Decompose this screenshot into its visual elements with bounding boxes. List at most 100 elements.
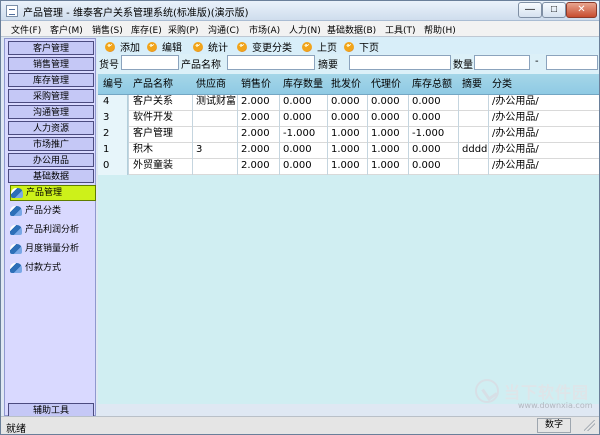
product-table: 编号 产品名称 供应商 销售价 库存数量 批发价 代理价 库存总额 摘要 分类 … — [98, 74, 599, 404]
filter-bar: 货号 产品名称 摘要 数量 - — [97, 54, 599, 74]
cell-supplier: 3 — [196, 144, 203, 155]
header-sale-price: 销售价 — [241, 79, 271, 90]
table-row[interactable]: 0 外贸童装 2.000 0.000 1.000 1.000 0.000 /办公… — [98, 159, 599, 175]
cell-stock-quantity: 0.000 — [283, 160, 312, 171]
header-supplier: 供应商 — [196, 79, 226, 90]
subnav-monthly-sales-analysis[interactable]: 月度销量分析 — [10, 241, 96, 257]
title-bar[interactable]: 产品管理 - 维泰客户关系管理系统(标准版)(演示版) — □ ✕ — [1, 1, 599, 21]
nav-purchase-management[interactable]: 采购管理 — [8, 89, 94, 103]
menu-inventory[interactable]: 库存(E) — [131, 23, 162, 36]
cell-stock-quantity: 0.000 — [283, 96, 312, 107]
cell-product-name: 外贸童装 — [133, 160, 173, 171]
cell-wholesale-price: 0.000 — [331, 112, 360, 123]
menu-help[interactable]: 帮助(H) — [424, 23, 456, 36]
quantity-from-input[interactable] — [474, 55, 530, 70]
cell-agent-price: 0.000 — [371, 96, 400, 107]
column-divider — [408, 95, 409, 175]
subnav-payment-method[interactable]: 付款方式 — [10, 260, 96, 276]
product-name-label: 产品名称 — [181, 60, 221, 71]
cell-supplier — [196, 159, 240, 174]
header-product-name: 产品名称 — [133, 79, 173, 90]
subnav-product-category[interactable]: 产品分类 — [10, 203, 96, 219]
product-name-input[interactable] — [227, 55, 315, 70]
resize-grip-icon[interactable] — [584, 420, 595, 431]
cell-category: /办公用品/ — [492, 96, 539, 107]
close-button[interactable]: ✕ — [566, 2, 597, 18]
header-category: 分类 — [492, 79, 512, 90]
cell-sale-price: 2.000 — [241, 112, 270, 123]
column-divider — [279, 95, 280, 175]
column-divider — [128, 95, 129, 175]
goods-no-label: 货号 — [99, 60, 119, 71]
nav-basic-data[interactable]: 基础数据 — [8, 169, 94, 183]
nav-communication-management[interactable]: 沟通管理 — [8, 105, 94, 119]
nav-human-resources[interactable]: 人力资源 — [8, 121, 94, 135]
statistics-button[interactable]: 统计 — [193, 39, 228, 54]
edit-button[interactable]: 编辑 — [147, 39, 182, 54]
num-lock-status: 数字 — [537, 418, 571, 433]
cell-stock-quantity: 0.000 — [283, 144, 312, 155]
nav-auxiliary-tools[interactable]: 辅助工具 — [8, 403, 94, 417]
add-button[interactable]: 添加 — [105, 39, 140, 54]
maximize-button[interactable]: □ — [542, 2, 566, 18]
cell-summary — [462, 111, 490, 126]
cell-agent-price: 0.000 — [371, 112, 400, 123]
next-page-button[interactable]: 下页 — [344, 39, 379, 54]
table-row[interactable]: 2 客户管理 2.000 -1.000 1.000 1.000 -1.000 /… — [98, 127, 599, 143]
edit-icon — [147, 39, 157, 52]
summary-input[interactable] — [349, 55, 451, 70]
table-row[interactable]: 3 软件开发 2.000 0.000 0.000 0.000 0.000 /办公… — [98, 111, 599, 127]
nav-market-promotion[interactable]: 市场推广 — [8, 137, 94, 151]
cell-stock-quantity: -1.000 — [283, 128, 316, 139]
window-title: 产品管理 - 维泰客户关系管理系统(标准版)(演示版) — [23, 8, 249, 19]
cell-stock-quantity: 0.000 — [283, 112, 312, 123]
cell-summary — [462, 127, 490, 142]
column-divider — [488, 95, 489, 175]
cell-id: 3 — [103, 112, 110, 123]
summary-label: 摘要 — [318, 60, 338, 71]
menu-purchase[interactable]: 采购(P) — [168, 23, 198, 36]
cell-supplier — [196, 111, 240, 126]
cell-sale-price: 2.000 — [241, 96, 270, 107]
quantity-range-separator: - — [535, 56, 539, 67]
previous-page-icon — [302, 39, 312, 52]
menu-market[interactable]: 市场(A) — [249, 23, 280, 36]
cell-stock-total: 0.000 — [412, 144, 441, 155]
minimize-button[interactable]: — — [518, 2, 542, 18]
table-row[interactable]: 1 积木 3 2.000 0.000 1.000 1.000 0.000 ddd… — [98, 143, 599, 159]
next-page-label: 下页 — [359, 43, 379, 54]
previous-page-label: 上页 — [317, 43, 337, 54]
previous-page-button[interactable]: 上页 — [302, 39, 337, 54]
change-category-icon — [237, 39, 247, 52]
nav-inventory-management[interactable]: 库存管理 — [8, 73, 94, 87]
cell-id: 4 — [103, 96, 110, 107]
menu-file[interactable]: 文件(F) — [11, 23, 41, 36]
app-icon — [6, 5, 18, 17]
cell-stock-total: 0.000 — [412, 112, 441, 123]
menu-hr[interactable]: 人力(N) — [289, 23, 321, 36]
cell-sale-price: 2.000 — [241, 144, 270, 155]
menu-tools[interactable]: 工具(T) — [385, 23, 416, 36]
nav-customer-management[interactable]: 客户管理 — [8, 41, 94, 55]
goods-no-input[interactable] — [121, 55, 179, 70]
header-id: 编号 — [103, 79, 123, 90]
change-category-button[interactable]: 变更分类 — [237, 39, 292, 54]
quantity-to-input[interactable] — [546, 55, 598, 70]
watermark: 当下软件园 www.downxia.com — [475, 376, 593, 416]
nav-office-supplies[interactable]: 办公用品 — [8, 153, 94, 167]
cell-agent-price: 1.000 — [371, 144, 400, 155]
subnav-product-profit-analysis[interactable]: 产品利润分析 — [10, 222, 96, 238]
left-navigation: 客户管理 销售管理 库存管理 采购管理 沟通管理 人力资源 市场推广 办公用品 … — [4, 38, 96, 417]
menu-sales[interactable]: 销售(S) — [92, 23, 123, 36]
edit-label: 编辑 — [162, 43, 182, 54]
status-bar: 就绪 数字 — [1, 416, 599, 434]
menu-customer[interactable]: 客户(M) — [50, 23, 83, 36]
nav-sales-management[interactable]: 销售管理 — [8, 57, 94, 71]
menu-communication[interactable]: 沟通(C) — [208, 23, 239, 36]
watermark-text: 当下软件园 — [504, 383, 590, 402]
watermark-url: www.downxia.com — [518, 401, 593, 410]
table-row[interactable]: 4 客户关系 测试财富 2.000 0.000 0.000 0.000 0.00… — [98, 95, 599, 111]
subnav-product-management[interactable]: 产品管理 — [10, 185, 96, 201]
statistics-label: 统计 — [208, 43, 228, 54]
menu-basic-data[interactable]: 基础数据(B) — [327, 23, 376, 36]
